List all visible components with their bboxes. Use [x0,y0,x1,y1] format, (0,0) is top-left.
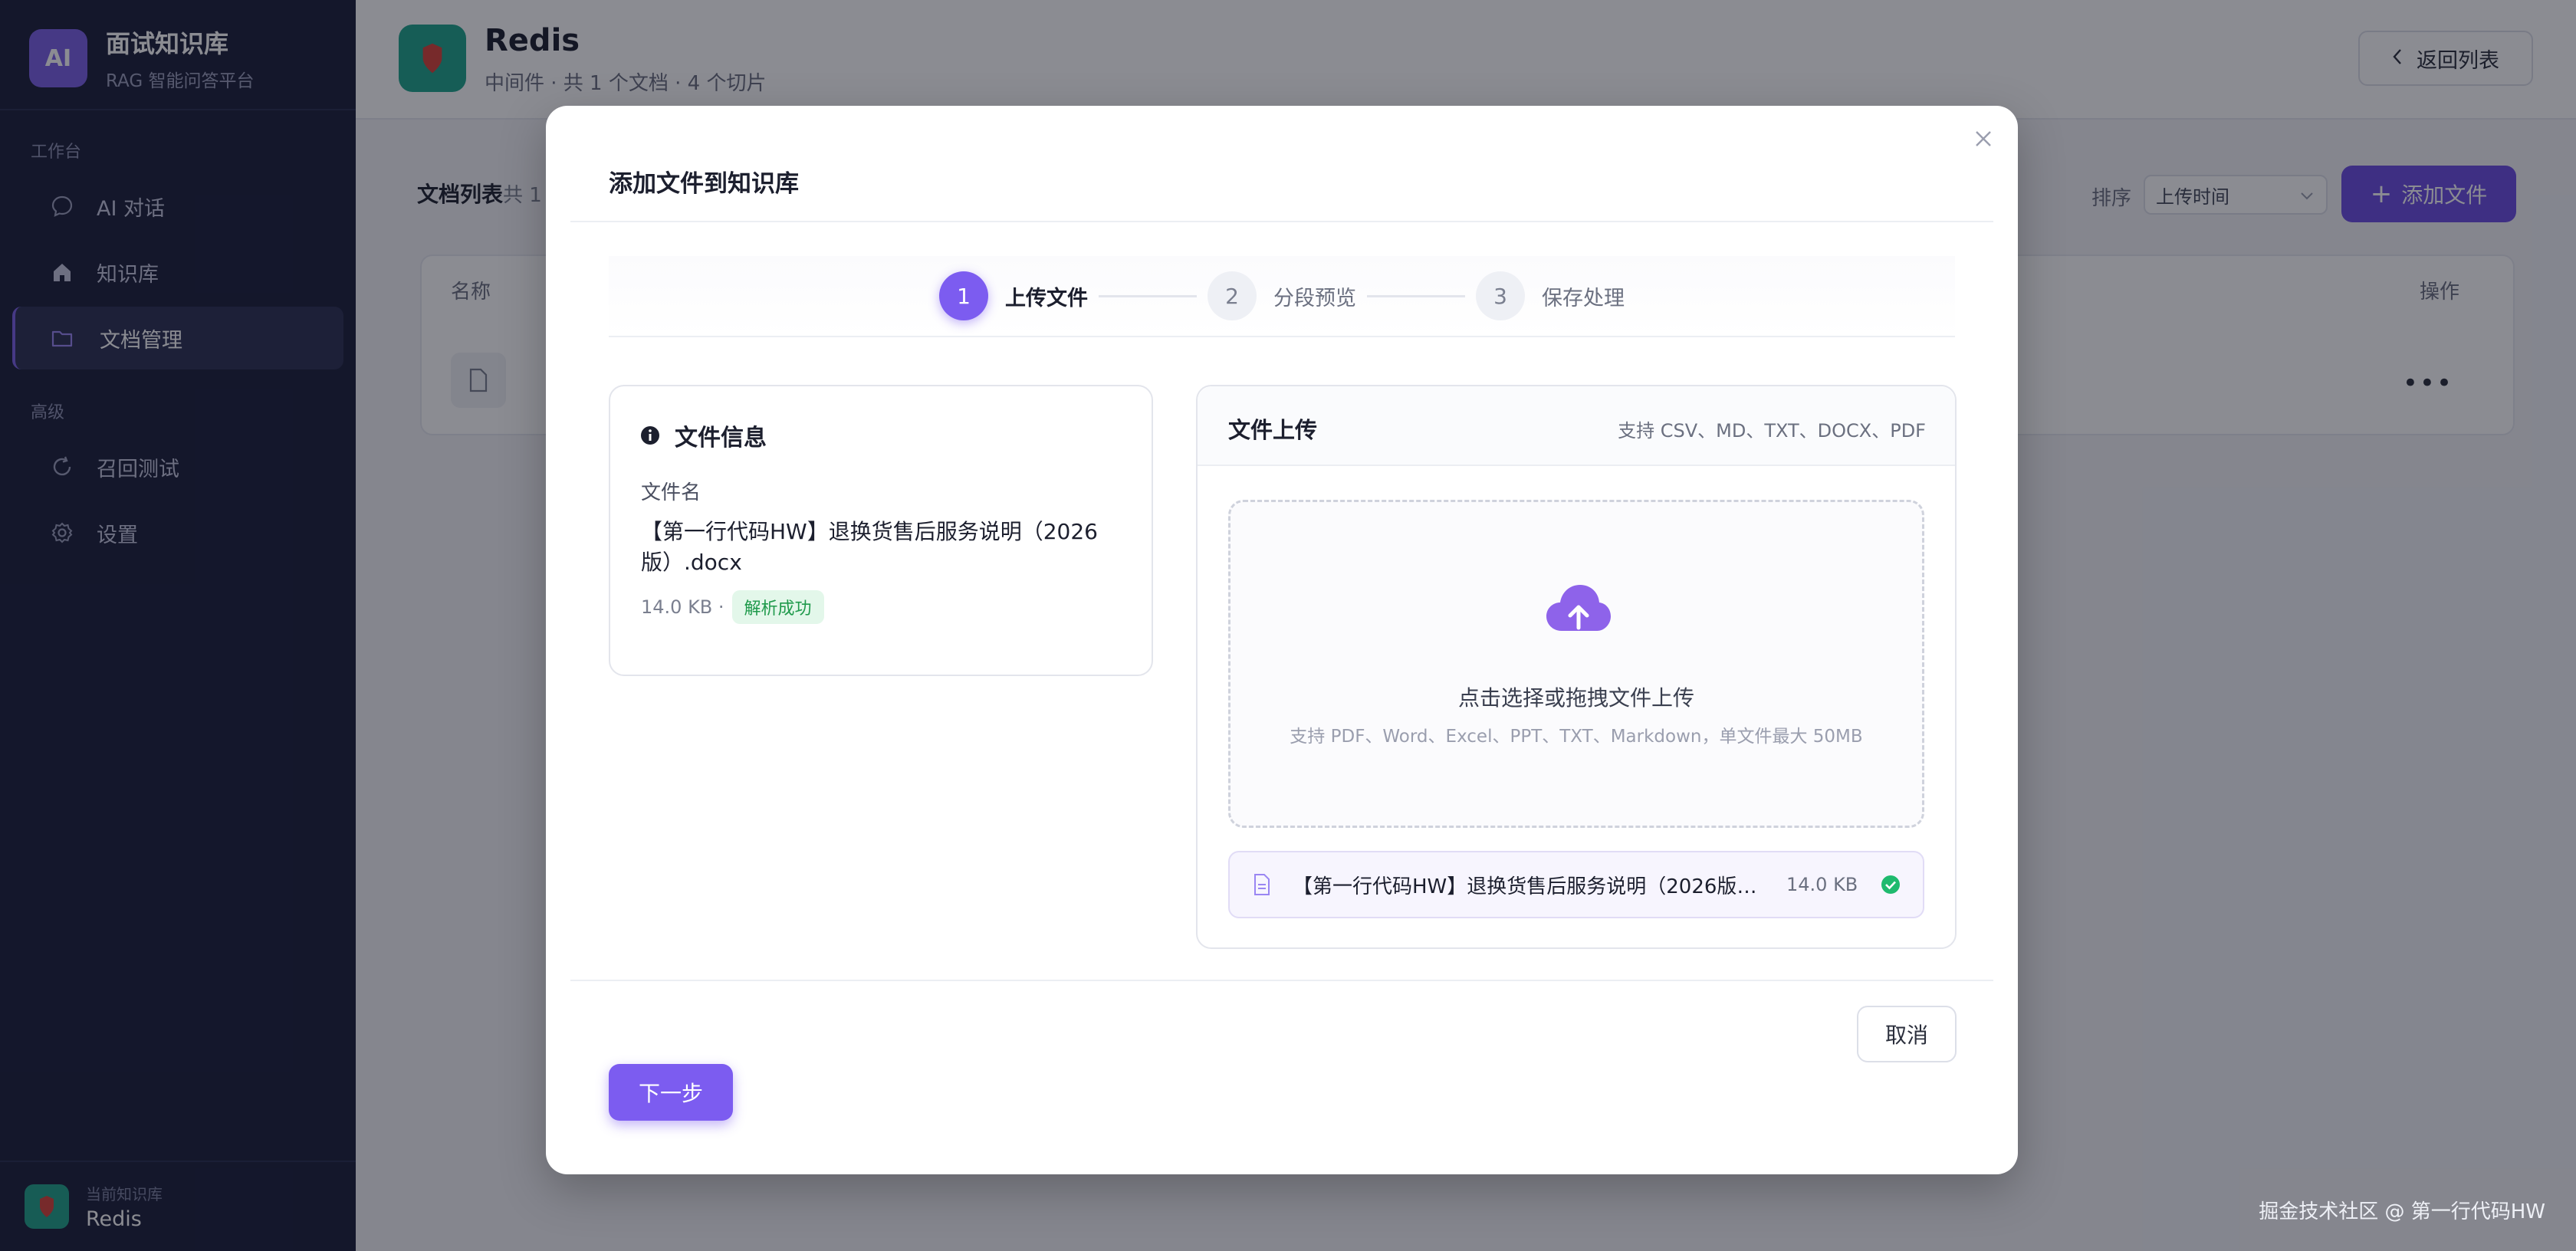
cancel-button[interactable]: 取消 [1857,1006,1957,1062]
uploaded-file-size: 14.0 KB [1786,874,1858,895]
close-icon[interactable] [1972,127,1995,150]
uploaded-file-item: 【第一行代码HW】退换货售后服务说明（2026版）... 14.0 KB [1228,851,1924,918]
dialog-title: 添加文件到知识库 [609,170,799,198]
step-number: 1 [939,271,988,320]
divider [570,221,1993,222]
next-step-button[interactable]: 下一步 [609,1064,733,1121]
file-info-title: 文件信息 [675,425,767,451]
step-upload: 1 上传文件 [939,271,1088,320]
stepper: 1 上传文件 2 分段预览 3 保存处理 [609,256,1955,337]
step-save: 3 保存处理 [1476,271,1625,320]
file-name-value: 【第一行代码HW】退换货售后服务说明（2026版）.docx [641,519,1099,575]
uploaded-file-name: 【第一行代码HW】退换货售后服务说明（2026版）... [1293,875,1768,898]
divider [570,980,1993,981]
upload-title: 文件上传 [1228,417,1318,443]
step-label: 上传文件 [1005,286,1088,310]
step-number: 2 [1208,271,1257,320]
step-number: 3 [1476,271,1525,320]
status-badge: 解析成功 [731,590,824,624]
file-size: 14.0 KB · [641,596,724,618]
watermark: 掘金技术社区 @ 第一行代码HW [2259,1200,2545,1223]
step-label: 分段预览 [1273,286,1356,310]
file-name-label: 文件名 [641,481,702,504]
info-icon [639,425,661,446]
cloud-upload-icon [1545,582,1612,637]
step-connector [1367,294,1465,297]
file-upload-card: 文件上传 支持 CSV、MD、TXT、DOCX、PDF 点击选择或拖拽文件上传 … [1196,385,1957,949]
document-icon [1253,873,1273,896]
step-label: 保存处理 [1542,286,1625,310]
add-file-dialog: 添加文件到知识库 1 上传文件 2 分段预览 3 保存处理 文件信息 文件名 【… [546,106,2018,1174]
step-connector [1099,294,1197,297]
file-meta: 14.0 KB · 解析成功 [641,590,824,624]
file-info-card: 文件信息 文件名 【第一行代码HW】退换货售后服务说明（2026版）.docx … [609,385,1153,676]
upload-formats: 支持 CSV、MD、TXT、DOCX、PDF [1618,420,1926,442]
step-preview: 2 分段预览 [1208,271,1356,320]
dropzone-title: 点击选择或拖拽文件上传 [1457,685,1694,711]
upload-header: 文件上传 支持 CSV、MD、TXT、DOCX、PDF [1198,386,1955,466]
upload-dropzone[interactable]: 点击选择或拖拽文件上传 支持 PDF、Word、Excel、PPT、TXT、Ma… [1228,500,1924,828]
check-circle-icon [1881,875,1901,895]
dropzone-hint: 支持 PDF、Word、Excel、PPT、TXT、Markdown，单文件最大… [1290,727,1863,747]
